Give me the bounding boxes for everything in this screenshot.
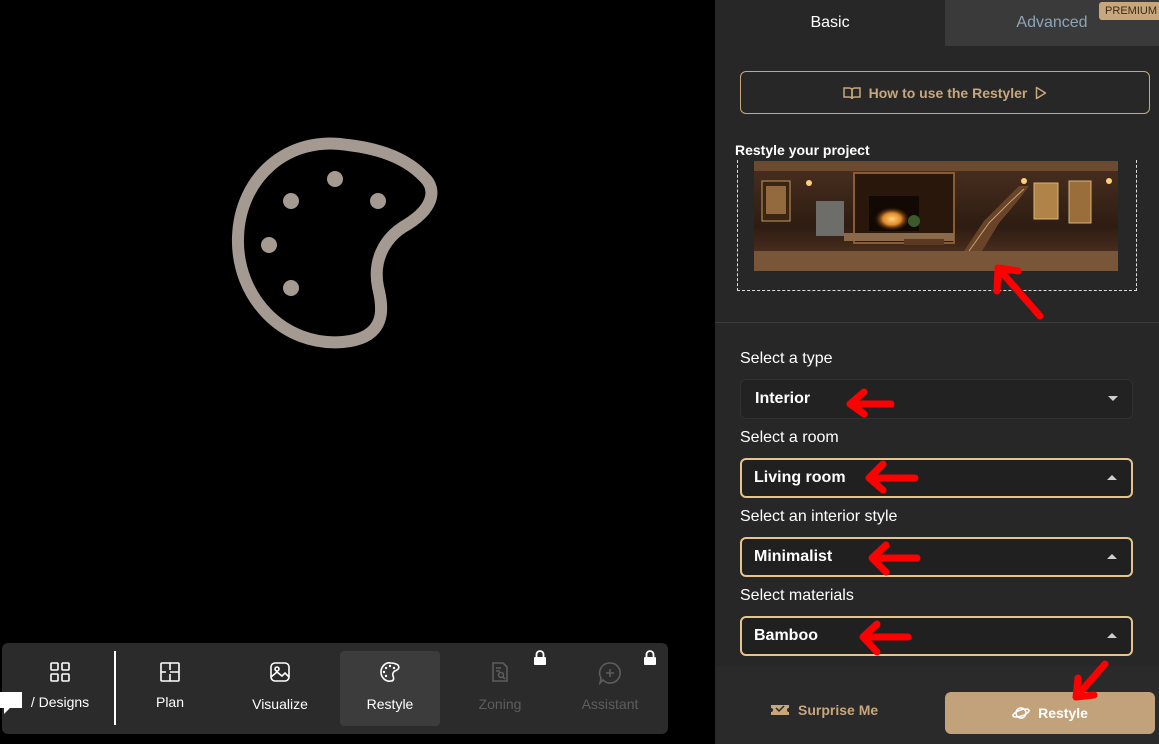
how-to-use-label: How to use the Restyler <box>868 84 1028 101</box>
floorplan-icon <box>120 661 220 685</box>
type-select[interactable]: Interior <box>740 379 1133 419</box>
materials-value: Bamboo <box>754 627 818 644</box>
chat-bubble-icon[interactable] <box>0 690 22 716</box>
toolbar-item-designs[interactable]: / Designs <box>10 651 110 726</box>
premium-badge: PREMIUM <box>1099 2 1159 20</box>
toolbar-item-label: Plan <box>155 694 185 710</box>
style-select[interactable]: Minimalist <box>740 537 1133 577</box>
lock-icon <box>644 650 656 665</box>
toolbar-divider <box>114 651 116 725</box>
toolbar-item-visualize[interactable]: Visualize <box>230 651 330 726</box>
chevron-up-icon <box>1107 633 1117 638</box>
style-label: Select an interior style <box>740 508 898 525</box>
panel-footer: Surprise Me Restyle <box>715 666 1159 744</box>
panel-tabs: Basic Advanced PREMIUM <box>715 0 1159 46</box>
toolbar-item-label: Assistant <box>581 696 639 712</box>
lock-icon <box>534 650 546 665</box>
restyle-button[interactable]: Restyle <box>945 692 1155 734</box>
restyle-panel: Basic Advanced PREMIUM How to use the Re… <box>715 0 1159 744</box>
project-preview-image[interactable] <box>754 161 1118 271</box>
tab-advanced[interactable]: Advanced PREMIUM <box>945 0 1159 46</box>
tab-label: Advanced <box>1016 14 1088 31</box>
room-value: Living room <box>754 469 846 486</box>
toolbar-item-label: / Designs <box>30 694 90 710</box>
style-value: Minimalist <box>754 548 833 565</box>
play-icon <box>1036 86 1047 99</box>
surprise-me-button[interactable]: Surprise Me <box>770 702 878 718</box>
materials-label: Select materials <box>740 587 854 604</box>
room-select[interactable]: Living room <box>740 458 1133 498</box>
chevron-up-icon <box>1107 554 1117 559</box>
surprise-me-label: Surprise Me <box>798 702 879 718</box>
section-divider <box>715 322 1159 323</box>
toolbar-item-label: Zoning <box>478 696 522 712</box>
grid-icon <box>10 661 110 685</box>
toolbar-item-label: Restyle <box>366 696 414 712</box>
type-label: Select a type <box>740 350 833 367</box>
chevron-up-icon <box>1107 475 1117 480</box>
tab-basic[interactable]: Basic <box>715 0 945 46</box>
app-root: / Designs Plan Visualize Restyle Zoning <box>0 0 1159 744</box>
type-value: Interior <box>755 390 811 407</box>
canvas-area <box>0 0 715 744</box>
materials-select[interactable]: Bamboo <box>740 616 1133 656</box>
palette-icon <box>340 661 440 685</box>
toolbar-item-restyle[interactable]: Restyle <box>340 651 440 726</box>
palette-icon <box>231 137 438 349</box>
restyle-section-title: Restyle your project <box>735 142 870 158</box>
planet-icon <box>1012 707 1030 719</box>
ticket-icon <box>771 705 789 715</box>
room-label: Select a room <box>740 429 839 446</box>
bottom-toolbar: / Designs Plan Visualize Restyle Zoning <box>2 643 668 734</box>
toolbar-item-label: Visualize <box>252 696 308 712</box>
toolbar-item-plan[interactable]: Plan <box>120 651 220 726</box>
book-icon <box>842 86 861 99</box>
restyle-button-label: Restyle <box>1038 705 1088 721</box>
tab-label: Basic <box>810 14 850 31</box>
image-icon <box>230 661 330 685</box>
how-to-use-button[interactable]: How to use the Restyler <box>740 71 1150 114</box>
chevron-down-icon <box>1108 396 1118 401</box>
